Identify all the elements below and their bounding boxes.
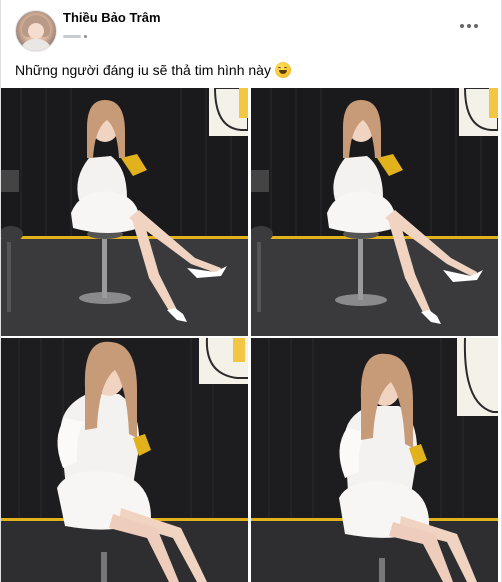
- facebook-post: Thiều Bảo Trâm Những người đáng iu sẽ th…: [0, 0, 502, 582]
- caption-text: Những người đáng iu sẽ thả tim hình này: [15, 62, 271, 78]
- photo-2[interactable]: [251, 88, 498, 336]
- photo-3-image: [1, 338, 248, 582]
- author-name[interactable]: Thiều Bảo Trâm: [63, 10, 161, 25]
- post-caption: Những người đáng iu sẽ thả tim hình này: [15, 62, 291, 78]
- photo-3[interactable]: [1, 338, 248, 582]
- photo-4[interactable]: [251, 338, 498, 582]
- avatar-face: [28, 23, 44, 39]
- grinning-squinting-emoji-icon: [274, 62, 291, 78]
- more-options-button[interactable]: [457, 16, 481, 36]
- photo-1[interactable]: [1, 88, 248, 336]
- avatar-body: [20, 39, 52, 51]
- more-dot-icon: [467, 24, 471, 28]
- photo-grid: [1, 88, 501, 582]
- photo-1-image: [1, 88, 248, 336]
- author-avatar[interactable]: [15, 10, 57, 52]
- post-header: Thiều Bảo Trâm: [1, 0, 501, 56]
- photo-2-image: [251, 88, 498, 336]
- more-dot-icon: [460, 24, 464, 28]
- more-dot-icon: [474, 24, 478, 28]
- post-meta: [63, 30, 87, 42]
- photo-4-image: [251, 338, 498, 582]
- post-timestamp-placeholder[interactable]: [63, 34, 81, 38]
- meta-separator: [84, 34, 87, 38]
